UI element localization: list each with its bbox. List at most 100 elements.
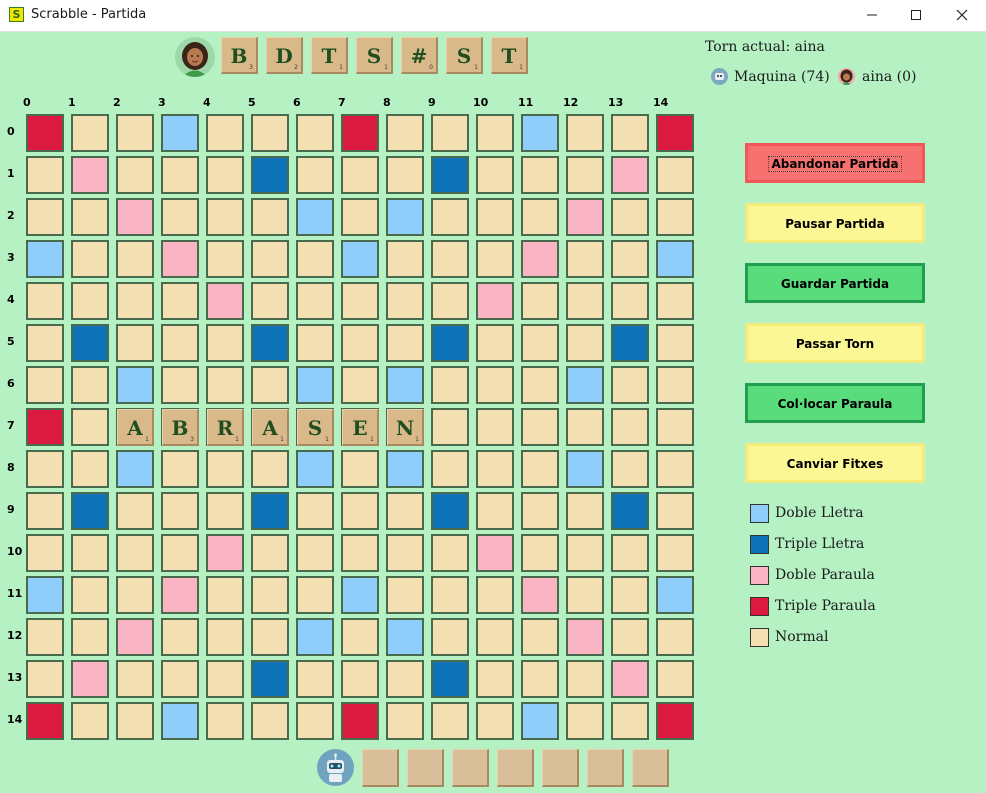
board-cell[interactable]: [251, 366, 289, 404]
board-cell[interactable]: [566, 114, 604, 152]
board-cell[interactable]: [431, 366, 469, 404]
board-cell[interactable]: [566, 366, 604, 404]
board-cell[interactable]: [206, 240, 244, 278]
board-cell[interactable]: [161, 702, 199, 740]
board-cell[interactable]: [161, 492, 199, 530]
board-cell[interactable]: [206, 324, 244, 362]
board-cell[interactable]: [71, 156, 109, 194]
board-cell[interactable]: [566, 198, 604, 236]
board-cell[interactable]: [656, 156, 694, 194]
board-cell[interactable]: [116, 324, 154, 362]
board-cell[interactable]: [656, 366, 694, 404]
player-rack-tile[interactable]: T1: [491, 37, 528, 74]
board-cell[interactable]: [566, 240, 604, 278]
board-cell[interactable]: [386, 324, 424, 362]
board-cell[interactable]: [206, 492, 244, 530]
board-cell[interactable]: [521, 114, 559, 152]
board-cell[interactable]: [116, 618, 154, 656]
board-cell[interactable]: [296, 492, 334, 530]
board-cell[interactable]: [251, 282, 289, 320]
board-cell[interactable]: [611, 702, 649, 740]
board-cell[interactable]: [71, 240, 109, 278]
swap-tiles-button[interactable]: Canviar Fitxes: [745, 443, 925, 483]
board-cell[interactable]: [386, 576, 424, 614]
board-cell[interactable]: [431, 618, 469, 656]
board-cell[interactable]: [521, 450, 559, 488]
board-cell[interactable]: [161, 576, 199, 614]
player-rack-tile[interactable]: #0: [401, 37, 438, 74]
board-cell[interactable]: [611, 324, 649, 362]
place-word-button[interactable]: Col·locar Paraula: [745, 383, 925, 423]
board-cell[interactable]: [431, 492, 469, 530]
board-cell[interactable]: [71, 408, 109, 446]
maximize-button[interactable]: [893, 0, 939, 31]
board-cell[interactable]: [26, 576, 64, 614]
board-cell[interactable]: [251, 534, 289, 572]
board-cell[interactable]: [521, 534, 559, 572]
board-cell[interactable]: [251, 576, 289, 614]
board-cell[interactable]: [206, 618, 244, 656]
board-cell[interactable]: [296, 240, 334, 278]
board-cell[interactable]: [341, 156, 379, 194]
board-cell[interactable]: [71, 576, 109, 614]
board-cell[interactable]: [251, 198, 289, 236]
board-cell[interactable]: [431, 660, 469, 698]
board-cell[interactable]: [71, 618, 109, 656]
board-cell[interactable]: [296, 114, 334, 152]
board-cell[interactable]: [566, 282, 604, 320]
board-cell[interactable]: [251, 114, 289, 152]
pass-turn-button[interactable]: Passar Torn: [745, 323, 925, 363]
board-cell[interactable]: [476, 576, 514, 614]
board-cell[interactable]: [341, 492, 379, 530]
board-cell[interactable]: [656, 660, 694, 698]
board-cell[interactable]: [26, 450, 64, 488]
board-cell[interactable]: [206, 660, 244, 698]
board-cell[interactable]: [566, 534, 604, 572]
board-cell[interactable]: [341, 450, 379, 488]
board-cell[interactable]: [206, 114, 244, 152]
abandon-game-button[interactable]: Abandonar Partida: [745, 143, 925, 183]
board-cell[interactable]: [476, 660, 514, 698]
board-cell[interactable]: [296, 618, 334, 656]
board-tile[interactable]: N1: [387, 409, 424, 446]
board-cell[interactable]: [161, 114, 199, 152]
board-cell[interactable]: [611, 114, 649, 152]
board-cell[interactable]: [251, 702, 289, 740]
board-cell[interactable]: [116, 450, 154, 488]
board-cell[interactable]: [341, 702, 379, 740]
board-cell[interactable]: [386, 156, 424, 194]
board-cell[interactable]: [341, 240, 379, 278]
board-cell[interactable]: [611, 534, 649, 572]
board-cell[interactable]: [476, 534, 514, 572]
board-cell[interactable]: [206, 534, 244, 572]
board-cell[interactable]: [656, 534, 694, 572]
board-cell[interactable]: [431, 576, 469, 614]
board-cell[interactable]: [611, 366, 649, 404]
board-cell[interactable]: [296, 576, 334, 614]
board-cell[interactable]: [296, 198, 334, 236]
board-cell[interactable]: [26, 702, 64, 740]
board-tile[interactable]: B3: [162, 409, 199, 446]
board-cell[interactable]: [656, 618, 694, 656]
board-cell[interactable]: [611, 450, 649, 488]
board-cell[interactable]: [341, 198, 379, 236]
board-cell[interactable]: [116, 240, 154, 278]
board-cell[interactable]: [386, 366, 424, 404]
board-cell[interactable]: [386, 492, 424, 530]
board-cell[interactable]: [656, 492, 694, 530]
board-cell[interactable]: [251, 156, 289, 194]
board-cell[interactable]: [296, 450, 334, 488]
board-cell[interactable]: [116, 576, 154, 614]
board-cell[interactable]: [71, 324, 109, 362]
board-cell[interactable]: [656, 282, 694, 320]
close-button[interactable]: [939, 0, 985, 31]
board-cell[interactable]: [26, 366, 64, 404]
board-cell[interactable]: [611, 240, 649, 278]
board-cell[interactable]: [476, 282, 514, 320]
board-cell[interactable]: [476, 156, 514, 194]
board-cell[interactable]: [476, 366, 514, 404]
board-cell[interactable]: [386, 618, 424, 656]
board-cell[interactable]: [431, 198, 469, 236]
board-cell[interactable]: [476, 114, 514, 152]
board-cell[interactable]: [566, 408, 604, 446]
